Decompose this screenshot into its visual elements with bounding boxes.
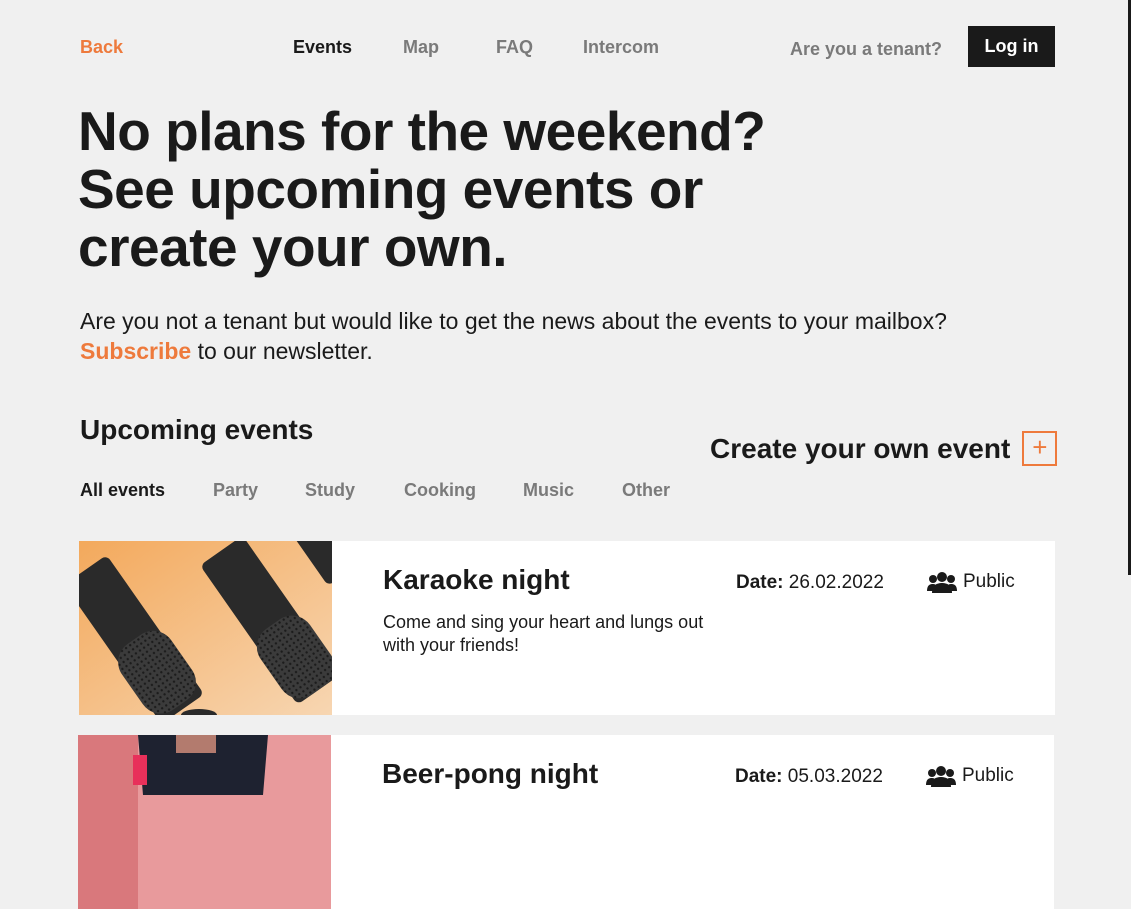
hero-line-3: create your own.	[78, 216, 508, 278]
filter-party[interactable]: Party	[213, 480, 258, 501]
event-image-microphones	[79, 541, 332, 715]
nav-faq[interactable]: FAQ	[496, 37, 533, 58]
event-title[interactable]: Karaoke night	[383, 564, 570, 596]
event-title[interactable]: Beer-pong night	[382, 758, 598, 790]
event-card[interactable]: Karaoke night Come and sing your heart a…	[79, 541, 1055, 715]
back-link[interactable]: Back	[80, 37, 123, 58]
event-date: Date: 26.02.2022	[736, 572, 884, 594]
event-description: Come and sing your heart and lungs out w…	[383, 612, 704, 655]
event-visibility: Public	[927, 571, 1015, 593]
newsletter-question: Are you not a tenant but would like to g…	[80, 308, 947, 334]
event-date-label: Date:	[736, 572, 784, 593]
filter-other[interactable]: Other	[622, 480, 670, 501]
filter-cooking[interactable]: Cooking	[404, 480, 476, 501]
newsletter-suffix: to our newsletter.	[191, 338, 373, 364]
event-date: Date: 05.03.2022	[735, 766, 883, 788]
create-event-label[interactable]: Create your own event	[710, 433, 1010, 465]
newsletter-text: Are you not a tenant but would like to g…	[80, 306, 947, 366]
upcoming-events-heading: Upcoming events	[80, 414, 314, 445]
create-event[interactable]: Create your own event +	[710, 431, 1058, 466]
tenant-question: Are you a tenant?	[790, 39, 943, 59]
event-image-beer-pong	[78, 735, 331, 909]
hero-line-2: See upcoming events or	[78, 158, 703, 220]
top-nav: Back Events Map FAQ Intercom Are you a t…	[0, 26, 1131, 68]
filter-study[interactable]: Study	[305, 480, 355, 501]
plus-icon[interactable]: +	[1022, 431, 1058, 466]
people-icon	[927, 572, 957, 593]
subscribe-link[interactable]: Subscribe	[80, 338, 191, 364]
event-visibility-label: Public	[963, 571, 1015, 592]
hero-line-1: No plans for the weekend?	[78, 100, 766, 162]
nav-events[interactable]: Events	[293, 37, 352, 58]
filter-music[interactable]: Music	[523, 480, 574, 501]
hero-heading: No plans for the weekend? See upcoming e…	[78, 100, 766, 278]
login-button[interactable]: Log in	[968, 26, 1055, 67]
filter-all-events[interactable]: All events	[80, 480, 165, 501]
nav-intercom[interactable]: Intercom	[583, 37, 659, 58]
nav-map[interactable]: Map	[403, 37, 439, 58]
event-date-value: 26.02.2022	[788, 572, 884, 593]
event-card[interactable]: Beer-pong night Date: 05.03.2022 Public	[78, 735, 1054, 909]
